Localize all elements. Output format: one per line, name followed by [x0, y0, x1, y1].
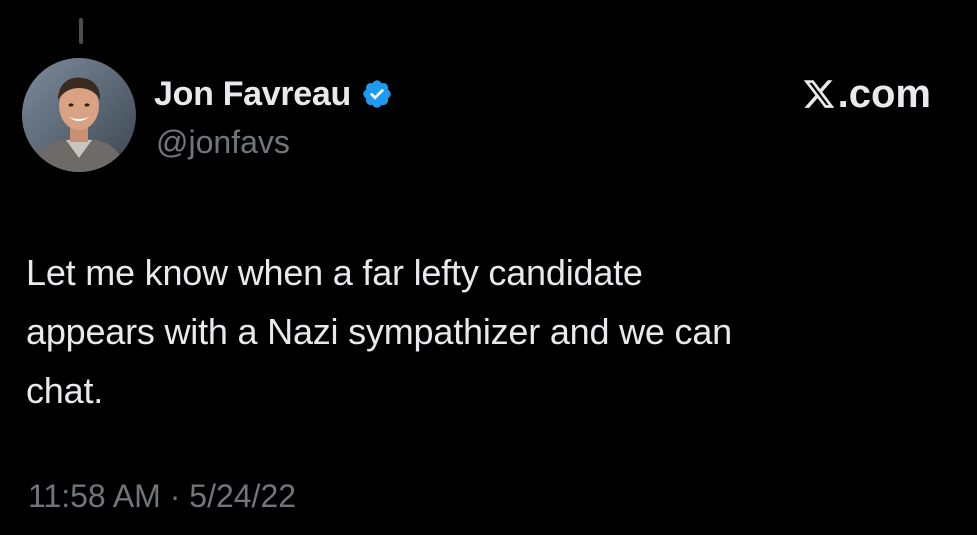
- thread-connector-line: [79, 18, 83, 44]
- x-logo-icon: [801, 77, 837, 111]
- brand-text: .com: [837, 71, 931, 116]
- author-name[interactable]: Jon Favreau: [154, 75, 351, 114]
- tweet-text-line: Let me know when a far lefty candidate: [26, 252, 643, 293]
- avatar[interactable]: [22, 58, 136, 172]
- avatar-image: [22, 58, 136, 172]
- tweet-timestamp[interactable]: 11:58 AM · 5/24/22: [28, 478, 296, 515]
- author-handle[interactable]: @jonfavs: [156, 124, 290, 161]
- author-name-row: Jon Favreau: [154, 72, 393, 116]
- brand-watermark: .com: [801, 70, 931, 118]
- verified-badge-icon: [361, 78, 393, 110]
- tweet-text-line: appears with a Nazi sympathizer and we c…: [26, 311, 732, 352]
- tweet-text: Let me know when a far lefty candidate a…: [26, 243, 926, 420]
- tweet-text-line: chat.: [26, 370, 104, 411]
